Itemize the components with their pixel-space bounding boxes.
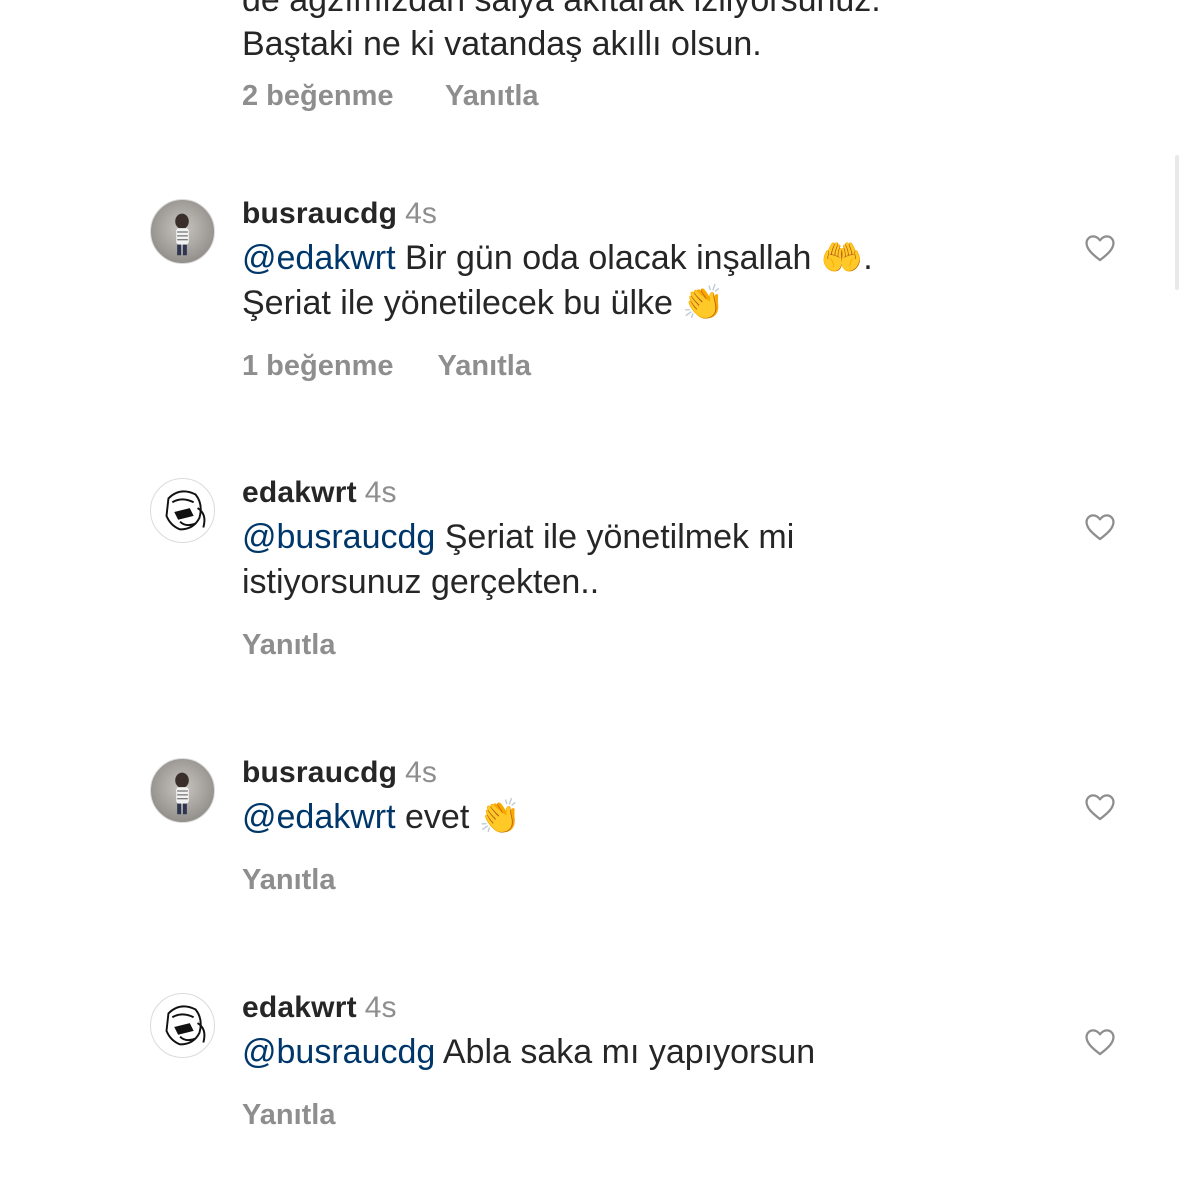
- timestamp: 4s: [405, 756, 437, 789]
- mention-link[interactable]: @edakwrt: [242, 239, 396, 277]
- mention-link[interactable]: @busraucdg: [242, 1033, 435, 1071]
- likes-count-link[interactable]: 2 beğenme: [242, 80, 394, 112]
- likes-count-link[interactable]: 1 beğenme: [242, 350, 394, 382]
- sketch-drawing-icon: [165, 1005, 206, 1046]
- heart-icon[interactable]: [1083, 510, 1117, 544]
- reply-link[interactable]: Yanıtla: [242, 1099, 336, 1131]
- comment-text-cut: de ağzımızdan salya akıtarak izliyorsunu…: [242, 0, 881, 19]
- username[interactable]: edakwrt: [242, 991, 357, 1024]
- reply-link[interactable]: Yanıtla: [438, 350, 532, 382]
- comment-meta: 1 beğenme Yanıtla: [242, 348, 1032, 384]
- comment-meta: 2 beğenme Yanıtla: [242, 78, 539, 114]
- reply-link[interactable]: Yanıtla: [242, 629, 336, 661]
- profile-photo-icon: [175, 772, 189, 815]
- heart-icon[interactable]: [1083, 1025, 1117, 1059]
- avatar[interactable]: [150, 993, 215, 1058]
- comment-text: @busraucdg Şeriat ile yönetilmek mi isti…: [242, 518, 795, 601]
- avatar[interactable]: [150, 758, 215, 823]
- comment-meta: Yanıtla: [242, 627, 1032, 663]
- timestamp: 4s: [405, 197, 437, 230]
- profile-photo-icon: [175, 213, 189, 256]
- comment-meta: Yanıtla: [242, 862, 1032, 898]
- comment-text: @busraucdg Abla saka mı yapıyorsun: [242, 1033, 816, 1071]
- avatar[interactable]: [150, 199, 215, 264]
- username[interactable]: busraucdg: [242, 756, 397, 789]
- clapping-hands-emoji: 👏: [682, 283, 725, 323]
- mention-link[interactable]: @edakwrt: [242, 798, 396, 836]
- comment-text: Baştaki ne ki vatandaş akıllı olsun.: [242, 25, 762, 63]
- sketch-drawing-icon: [165, 490, 206, 531]
- timestamp: 4s: [364, 991, 397, 1024]
- heart-icon[interactable]: [1083, 231, 1117, 265]
- comment-text: @edakwrt Bir gün oda olacak inşallah 🤲. …: [242, 238, 873, 323]
- avatar[interactable]: [150, 478, 215, 543]
- scrollbar[interactable]: [1175, 155, 1179, 290]
- reply-link[interactable]: Yanıtla: [242, 864, 336, 896]
- open-hands-emoji: 🤲: [820, 238, 864, 278]
- username[interactable]: busraucdg: [242, 197, 397, 230]
- clapping-hands-emoji: 👏: [478, 797, 522, 837]
- mention-link[interactable]: @busraucdg: [242, 518, 435, 556]
- comment-meta: Yanıtla: [242, 1097, 1032, 1133]
- heart-icon[interactable]: [1083, 790, 1117, 824]
- username[interactable]: edakwrt: [242, 476, 357, 509]
- comment-text: @edakwrt evet 👏: [242, 797, 522, 837]
- comments-screen: de ağzımızdan salya akıtarak izliyorsunu…: [0, 0, 1183, 1200]
- reply-link[interactable]: Yanıtla: [445, 80, 539, 112]
- partial-comment: de ağzımızdan salya akıtarak izliyorsunu…: [242, 0, 1062, 66]
- timestamp: 4s: [364, 476, 397, 509]
